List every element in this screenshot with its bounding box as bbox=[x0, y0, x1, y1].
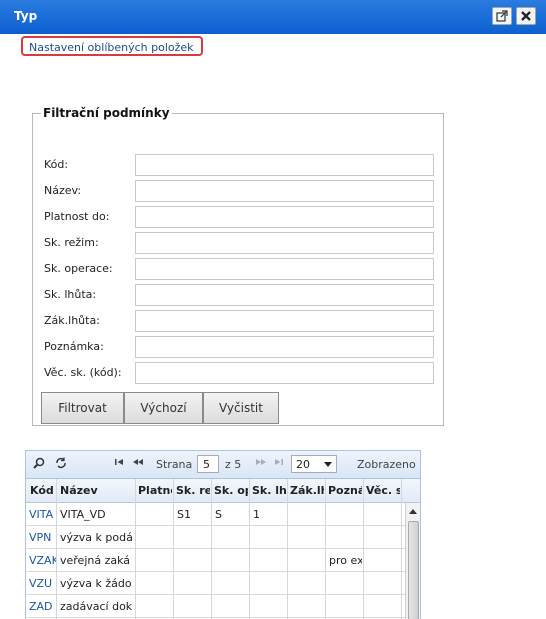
legal-period-field[interactable] bbox=[135, 310, 434, 332]
filter-button[interactable]: Filtrovat bbox=[41, 392, 124, 424]
last-page-icon[interactable] bbox=[273, 456, 285, 471]
cell-regime: S1 bbox=[177, 508, 191, 521]
period-field[interactable] bbox=[135, 284, 434, 306]
cell-name: zadávací dok bbox=[60, 600, 133, 613]
scrollbar-thumb[interactable] bbox=[408, 521, 419, 619]
regime-label: Sk. režim: bbox=[44, 236, 99, 249]
scroll-up-icon[interactable] bbox=[409, 508, 417, 514]
column-header-period[interactable]: Sk. lhi bbox=[252, 484, 286, 497]
cell-name: výzva k žádo bbox=[60, 577, 132, 590]
window-title: Typ bbox=[14, 9, 38, 23]
table-row[interactable]: ZAD zadávací dok bbox=[26, 595, 405, 618]
valid-to-field[interactable] bbox=[135, 206, 434, 228]
window-titlebar: Typ bbox=[0, 0, 546, 34]
valid-to-label: Platnost do: bbox=[44, 210, 110, 223]
cell-code[interactable]: VPN bbox=[29, 531, 56, 544]
cell-code[interactable]: VZAK bbox=[29, 554, 56, 567]
page-size-select[interactable]: 20 bbox=[291, 455, 337, 473]
external-link-icon bbox=[496, 10, 508, 22]
operation-label: Sk. operace: bbox=[44, 262, 113, 275]
legal-period-label: Zák.lhůta: bbox=[44, 314, 100, 327]
note-field[interactable] bbox=[135, 336, 434, 358]
previous-page-icon[interactable] bbox=[131, 456, 145, 471]
column-header-valid[interactable]: Platnc bbox=[138, 484, 172, 497]
cell-period: 1 bbox=[253, 508, 260, 521]
popout-button[interactable] bbox=[492, 7, 512, 25]
close-button[interactable] bbox=[516, 7, 536, 25]
cell-name: VITA_VD bbox=[60, 508, 106, 521]
refresh-icon[interactable] bbox=[55, 457, 67, 472]
subject-group-field[interactable] bbox=[135, 362, 434, 384]
cell-code[interactable]: VITA bbox=[29, 508, 56, 521]
column-header-note[interactable]: Pozná bbox=[328, 484, 362, 497]
column-header-code[interactable]: Kód bbox=[30, 484, 56, 497]
column-header-name[interactable]: Název bbox=[60, 484, 134, 497]
cell-name: výzva k podá bbox=[60, 531, 133, 544]
table-row[interactable]: VPN výzva k podá bbox=[26, 526, 405, 549]
default-button[interactable]: Výchozí bbox=[124, 392, 203, 424]
close-icon bbox=[521, 11, 531, 21]
search-icon[interactable] bbox=[33, 457, 45, 472]
page-label: Strana bbox=[156, 458, 193, 471]
column-header-regime[interactable]: Sk. re bbox=[176, 484, 210, 497]
favorites-settings-link[interactable]: Nastavení oblíbených položek bbox=[21, 36, 203, 56]
name-label: Název: bbox=[44, 184, 82, 197]
code-label: Kód: bbox=[44, 158, 69, 171]
cell-operation: S bbox=[215, 508, 222, 521]
clear-button[interactable]: Vyčistit bbox=[203, 392, 279, 424]
first-page-icon[interactable] bbox=[113, 456, 125, 471]
vertical-scrollbar[interactable] bbox=[405, 503, 420, 619]
period-label: Sk. lhůta: bbox=[44, 288, 97, 301]
display-info: Zobrazeno bbox=[357, 458, 416, 471]
operation-field[interactable] bbox=[135, 258, 434, 280]
filter-panel: Filtrační podmínky Kód: Název: Platnost … bbox=[32, 106, 444, 426]
cell-name: veřejná zaká bbox=[60, 554, 131, 567]
column-header-operation[interactable]: Sk. op bbox=[214, 484, 248, 497]
page-number-input[interactable]: 5 bbox=[197, 455, 219, 473]
grid-header: Kód Název Platnc Sk. re Sk. op Sk. lhi Z… bbox=[26, 479, 420, 503]
column-header-subject-group[interactable]: Věc. s bbox=[366, 484, 400, 497]
cell-code[interactable]: VZU bbox=[29, 577, 56, 590]
table-row[interactable]: VZU výzva k žádo bbox=[26, 572, 405, 595]
regime-field[interactable] bbox=[135, 232, 434, 254]
next-page-icon[interactable] bbox=[254, 456, 268, 471]
subject-group-label: Věc. sk. (kód): bbox=[44, 366, 122, 379]
cell-note: pro ex bbox=[329, 554, 362, 567]
filter-legend: Filtrační podmínky bbox=[43, 106, 170, 120]
cell-code[interactable]: ZAD bbox=[29, 600, 56, 613]
page-count: z 5 bbox=[225, 458, 242, 471]
page-size-value: 20 bbox=[296, 458, 310, 471]
grid-toolbar: Strana 5 z 5 20 Zobrazeno bbox=[26, 451, 420, 479]
name-field[interactable] bbox=[135, 180, 434, 202]
code-field[interactable] bbox=[135, 154, 434, 176]
table-row[interactable]: VZAK veřejná zaká pro ex bbox=[26, 549, 405, 572]
note-label: Poznámka: bbox=[44, 340, 104, 353]
column-header-legal-period[interactable]: Zák.lh bbox=[290, 484, 324, 497]
table-row[interactable]: VITA VITA_VD S1 S 1 bbox=[26, 503, 405, 526]
results-grid: Strana 5 z 5 20 Zobrazeno Kód Název Plat… bbox=[25, 450, 421, 619]
chevron-down-icon bbox=[324, 462, 332, 467]
